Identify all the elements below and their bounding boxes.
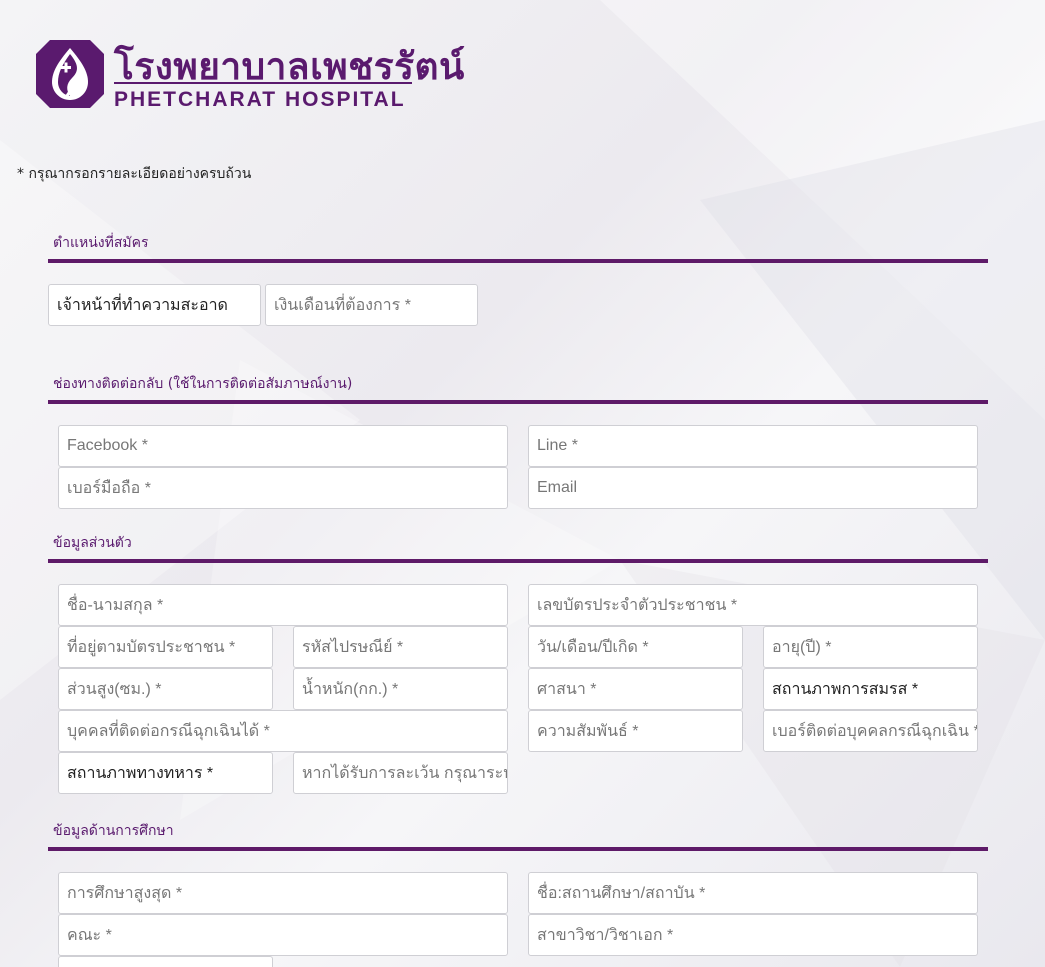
relationship-input[interactable]: ความสัมพันธ์ * (528, 710, 743, 752)
age-input[interactable]: อายุ(ปี) * (763, 626, 978, 668)
section-title-education: ข้อมูลด้านการศึกษา (53, 823, 174, 839)
position-field[interactable]: เจ้าหน้าที่ทำความสะอาด (48, 284, 261, 326)
line-input[interactable]: Line * (528, 425, 978, 467)
facebook-input[interactable]: Facebook * (58, 425, 508, 467)
hospital-logo-icon (36, 40, 104, 108)
postcode-input[interactable]: รหัสไปรษณีย์ * (293, 626, 508, 668)
faculty-input[interactable]: คณะ * (58, 914, 508, 956)
fullname-input[interactable]: ชื่อ-นามสกุล * (58, 584, 508, 626)
birthdate-input[interactable]: วัน/เดือน/ปีเกิด * (528, 626, 743, 668)
salary-input[interactable]: เงินเดือนที่ต้องการ * (265, 284, 478, 326)
email-input[interactable]: Email (528, 467, 978, 509)
hospital-name-english: PHETCHARAT HOSPITAL (114, 88, 406, 111)
required-note: * กรุณากรอกรายละเอียดอย่างครบถ้วน (17, 166, 252, 182)
section-divider-education (48, 847, 988, 851)
emergency-phone-input[interactable]: เบอร์ติดต่อบุคคลกรณีฉุกเฉิน * (763, 710, 978, 752)
section-divider-personal (48, 559, 988, 563)
partial-input-field[interactable] (58, 956, 273, 967)
logo-divider (114, 82, 412, 84)
marital-status-select[interactable]: สถานภาพการสมรส * (763, 668, 978, 710)
emergency-contact-input[interactable]: บุคคลที่ติดต่อกรณีฉุกเฉินได้ * (58, 710, 508, 752)
weight-input[interactable]: น้ำหนัก(กก.) * (293, 668, 508, 710)
major-input[interactable]: สาขาวิชา/วิชาเอก * (528, 914, 978, 956)
section-divider-contact (48, 400, 988, 404)
id-card-input[interactable]: เลขบัตรประจำตัวประชาชน * (528, 584, 978, 626)
section-title-contact: ช่องทางติดต่อกลับ (ใช้ในการติดต่อสัมภาษณ… (53, 376, 353, 392)
section-title-position: ตำแหน่งที่สมัคร (53, 235, 149, 251)
section-title-personal: ข้อมูลส่วนตัว (53, 535, 132, 551)
institution-input[interactable]: ชื่อ:สถานศึกษา/สถาบัน * (528, 872, 978, 914)
section-divider-position (48, 259, 988, 263)
mobile-input[interactable]: เบอร์มือถือ * (58, 467, 508, 509)
religion-input[interactable]: ศาสนา * (528, 668, 743, 710)
military-status-select[interactable]: สถานภาพทางทหาร * (58, 752, 273, 794)
address-input[interactable]: ที่อยู่ตามบัตรประชาชน * (58, 626, 273, 668)
exemption-input[interactable]: หากได้รับการละเว้น กรุณาระบุเ (293, 752, 508, 794)
height-input[interactable]: ส่วนสูง(ซม.) * (58, 668, 273, 710)
highest-education-input[interactable]: การศึกษาสูงสุด * (58, 872, 508, 914)
